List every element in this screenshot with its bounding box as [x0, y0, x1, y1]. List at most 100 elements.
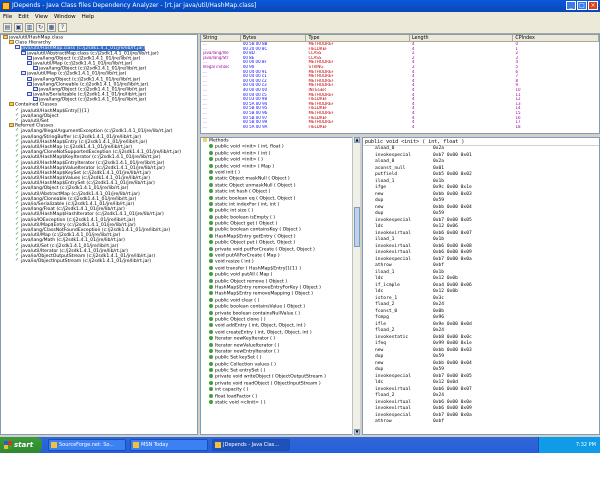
task-msn[interactable]: MSN Today: [130, 439, 208, 451]
folder-icon: [9, 40, 14, 45]
class-icon: [33, 66, 38, 71]
constant-pool-header: String Bytes Type Length CPIndex: [201, 35, 599, 42]
method-icon: [209, 201, 213, 206]
table-cell: 4: [411, 124, 415, 129]
methods-scrollbar[interactable]: ▲ ▼: [352, 137, 360, 435]
window-title: JDepends - Java Class files Dependency A…: [12, 2, 257, 9]
opcode-bytes: 0xbf: [433, 419, 445, 424]
minimize-button[interactable]: _: [566, 1, 576, 10]
check-icon: ✓: [15, 257, 20, 264]
method-icon: [209, 291, 213, 296]
app-icon: [215, 442, 221, 448]
refresh-icon[interactable]: ↻: [36, 23, 45, 32]
col-type[interactable]: Type: [306, 35, 410, 41]
method-icon: [209, 227, 213, 232]
help-icon[interactable]: ?: [58, 23, 67, 32]
method-icon: [209, 336, 213, 341]
dependency-tree: java/util/HashMap.class Class Hierarchy ja…: [0, 34, 198, 435]
col-length[interactable]: Length: [410, 35, 514, 41]
method-icon: [209, 387, 213, 392]
menu-file[interactable]: File: [3, 12, 12, 22]
class-icon: [27, 92, 32, 97]
bytecode-row[interactable]: athrow 0xbf: [363, 419, 599, 426]
table-cell: FIELDREF: [308, 124, 328, 129]
print-icon[interactable]: ▥: [25, 23, 34, 32]
method-icon: [209, 182, 213, 187]
class-icon: [21, 71, 26, 76]
method-icon: [209, 284, 213, 289]
app-icon: [2, 2, 10, 10]
scroll-up-icon[interactable]: ▲: [354, 137, 360, 143]
maximize-button[interactable]: □: [577, 1, 587, 10]
table-cell: 18: [515, 124, 521, 129]
method-icon: [209, 368, 213, 373]
col-cpindex[interactable]: CPIndex: [513, 35, 599, 41]
method-icon: [209, 342, 213, 347]
constant-pool-table: String Bytes Type Length CPIndex ... 00 5…: [200, 34, 600, 134]
desktop-margin: [0, 453, 600, 480]
menu-window[interactable]: Window: [54, 12, 76, 22]
folder-icon: [3, 35, 8, 39]
class-icon: [27, 55, 32, 60]
method-icon: [209, 208, 213, 213]
task-sourceforge[interactable]: SourceForge.net: So...: [48, 439, 126, 451]
method-icon: [209, 150, 213, 155]
method-icon: [209, 374, 213, 379]
system-tray: 7:32 PM: [538, 437, 600, 453]
method-icon: [209, 323, 213, 328]
method-icon: [209, 400, 213, 405]
method-icon: [209, 246, 213, 251]
table-cell: 00 5A 00 9A: [242, 124, 268, 129]
method-icon: [209, 259, 213, 264]
class-icon: [27, 81, 32, 86]
class-icon: [21, 50, 26, 55]
class-icon: [33, 97, 38, 102]
close-button[interactable]: ×: [588, 1, 598, 10]
method-icon: [209, 265, 213, 270]
method-icon: [209, 189, 213, 194]
taskbar: start SourceForge.net: So... MSN Today J…: [0, 437, 600, 480]
windows-flag-icon: [4, 441, 12, 449]
method-icon: [209, 221, 213, 226]
table-row[interactable]: ... 00 5A 00 9A FIELDREF 4 18: [201, 125, 599, 130]
method-icon: [209, 163, 213, 168]
clock[interactable]: 7:32 PM: [576, 442, 596, 448]
folder-icon: [9, 123, 14, 128]
class-icon: [15, 45, 20, 50]
method-icon: [209, 253, 213, 258]
menu-view[interactable]: View: [35, 12, 48, 22]
scroll-thumb[interactable]: [354, 207, 360, 247]
method-icon: [209, 348, 213, 353]
method-icon: [209, 393, 213, 398]
window-icon[interactable]: ▦: [47, 23, 56, 32]
class-icon: [27, 76, 32, 81]
menu-bar: File Edit View Window Help: [0, 12, 600, 22]
scroll-down-icon[interactable]: ▼: [354, 429, 360, 435]
menu-edit[interactable]: Edit: [18, 12, 29, 22]
col-bytes[interactable]: Bytes: [241, 35, 307, 41]
browser-icon: [133, 442, 139, 448]
method-icon: [209, 233, 213, 238]
save-icon[interactable]: ▣: [14, 23, 23, 32]
menu-help[interactable]: Help: [82, 12, 95, 22]
open-icon[interactable]: ▤: [3, 23, 12, 32]
method-icon: [209, 361, 213, 366]
method-icon: [209, 169, 213, 174]
class-icon: [33, 86, 38, 91]
col-string[interactable]: String: [201, 35, 241, 41]
browser-icon: [51, 442, 57, 448]
referred-item[interactable]: ✓ java/io/ObjectInputStream (c:/j2sdk1.4.…: [1, 257, 197, 265]
task-jdepends[interactable]: JDepends - Java Clas...: [212, 439, 290, 451]
method-icon: [209, 240, 213, 245]
method-icon: [209, 144, 213, 149]
table-cell: ...: [203, 124, 207, 129]
method-icon: [209, 278, 213, 283]
method-icon: [209, 176, 213, 181]
method-icon: [209, 157, 213, 162]
method-icon: [209, 297, 213, 302]
start-button[interactable]: start: [0, 437, 42, 453]
method-icon: [209, 195, 213, 200]
class-icon: [27, 60, 32, 65]
method-icon: [209, 272, 213, 277]
method-item[interactable]: static void <clinit> ( ): [201, 400, 359, 406]
